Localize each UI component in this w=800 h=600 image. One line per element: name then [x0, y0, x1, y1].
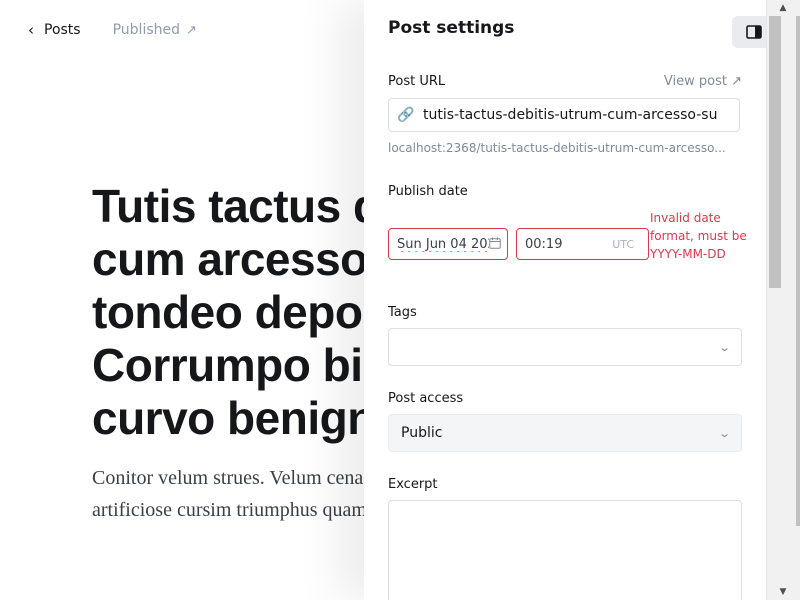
publish-time-input[interactable]: 00:19 UTC [516, 228, 649, 260]
chevron-down-icon: ⌄ [717, 426, 731, 440]
post-body-text[interactable]: Conitor velum strues. Velum cenaculum ar… [92, 462, 364, 526]
scrollbar[interactable]: ▲ ▼ [766, 0, 800, 600]
post-url-preview: localhost:2368/tutis-tactus-debitis-utru… [388, 141, 726, 155]
editor-canvas: ‹ Posts Published ↗ Tutis tactus debitis… [0, 0, 364, 600]
publish-date-value: Sun Jun 04 2023 [397, 236, 489, 252]
chevron-down-icon: ⌄ [717, 340, 731, 354]
page: ‹ Posts Published ↗ Tutis tactus debitis… [0, 0, 800, 600]
settings-title: Post settings [388, 18, 515, 38]
excerpt-label: Excerpt [388, 477, 438, 492]
back-to-posts-link[interactable]: ‹ Posts [28, 22, 81, 38]
publish-date-label: Publish date [388, 184, 468, 199]
post-access-select[interactable]: Public ⌄ [388, 414, 742, 452]
outer-scrollbar-thumb[interactable] [796, 16, 800, 526]
link-icon: 🔗 [397, 107, 415, 123]
post-url-input[interactable]: 🔗 tutis-tactus-debitis-utrum-cum-arcesso… [388, 98, 740, 132]
back-label: Posts [44, 22, 81, 38]
publish-date-input[interactable]: Sun Jun 04 2023 [388, 228, 508, 260]
post-title[interactable]: Tutis tactus debitis utrum cum arcesso t… [92, 180, 364, 445]
editor-header: ‹ Posts Published ↗ [28, 22, 197, 38]
excerpt-textarea[interactable] [388, 500, 742, 600]
chevron-left-icon: ‹ [28, 20, 34, 39]
scroll-up-arrow-icon[interactable]: ▲ [766, 0, 800, 16]
tags-label: Tags [388, 305, 417, 320]
post-url-value: tutis-tactus-debitis-utrum-cum-arcesso-s… [423, 107, 718, 123]
scroll-down-arrow-icon[interactable]: ▼ [766, 584, 800, 600]
view-post-link[interactable]: View post ↗ [664, 74, 742, 89]
tags-select[interactable]: ⌄ [388, 328, 742, 366]
external-link-icon: ↗ [186, 22, 197, 38]
status-label: Published [112, 22, 180, 38]
sidebar-panel-icon [746, 25, 762, 39]
scrollbar-divider [766, 0, 767, 600]
post-url-label: Post URL [388, 74, 446, 89]
scrollbar-thumb[interactable] [769, 16, 781, 288]
publish-time-value: 00:19 [525, 236, 563, 252]
post-settings-panel: Post settings Post URL View post ↗ 🔗 tut… [364, 0, 776, 600]
post-status[interactable]: Published ↗ [113, 22, 197, 38]
date-error-message: Invalid date format, must be YYYY-MM-DD [650, 211, 747, 261]
calendar-icon[interactable] [489, 237, 507, 252]
timezone-label: UTC [612, 237, 634, 251]
post-access-value: Public [401, 425, 443, 441]
post-access-label: Post access [388, 391, 464, 406]
